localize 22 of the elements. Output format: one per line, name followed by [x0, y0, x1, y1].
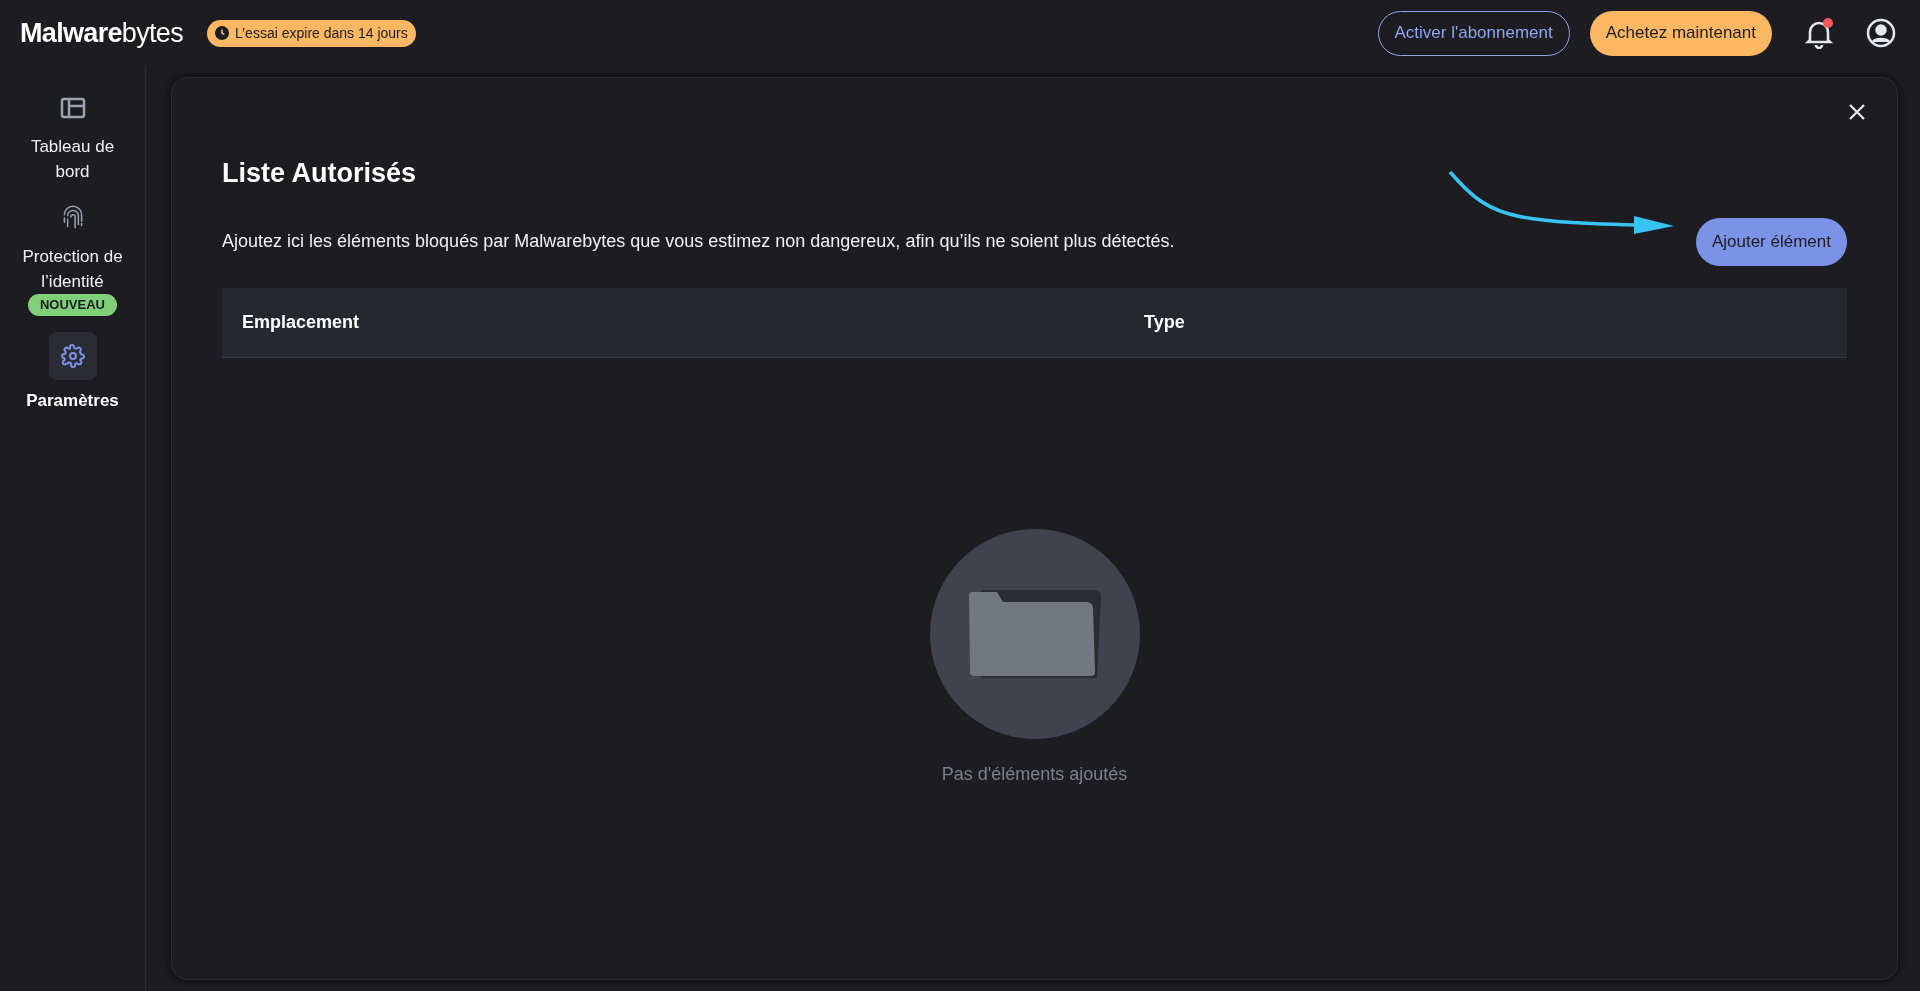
- sidebar-item[interactable]: Protection de l’identité NOUVEAU: [0, 200, 145, 316]
- add-item-button[interactable]: Ajouter élément: [1695, 217, 1847, 266]
- new-badge: NOUVEAU: [28, 294, 117, 316]
- panel-title: Liste Autorisés: [222, 157, 418, 190]
- sidebar-label: Tableau de bord: [29, 136, 116, 183]
- sidebar-label: Protection de l’identité: [21, 246, 124, 293]
- panel-description: Ajoutez ici les éléments bloqués par Malwarebytes que vous estimez non dangereux, afin qu’ils ne soient plus détectés.: [222, 230, 1175, 253]
- buy-now-button[interactable]: Achetez maintenant: [1589, 10, 1772, 56]
- sidebar-item[interactable]: Tableau de bord: [0, 90, 145, 184]
- malwarebytes-logo: Malwarebytes: [20, 16, 183, 50]
- column-header: Type: [1144, 310, 1185, 334]
- sidebar-item[interactable]: Paramètres: [0, 332, 145, 413]
- notification-bell-icon[interactable]: [1804, 17, 1834, 49]
- account-icon[interactable]: [1866, 18, 1896, 48]
- dashboard-icon: [59, 97, 86, 119]
- empty-state-text: Pas d'éléments ajoutés: [941, 762, 1128, 786]
- trial-text: L’essai expire dans 14 jours: [235, 23, 408, 43]
- clock-icon: [215, 26, 229, 40]
- sidebar-label: Paramètres: [25, 390, 120, 412]
- close-icon: [1848, 103, 1866, 121]
- column-header: Emplacement: [242, 310, 361, 334]
- settings-icon: [60, 344, 85, 368]
